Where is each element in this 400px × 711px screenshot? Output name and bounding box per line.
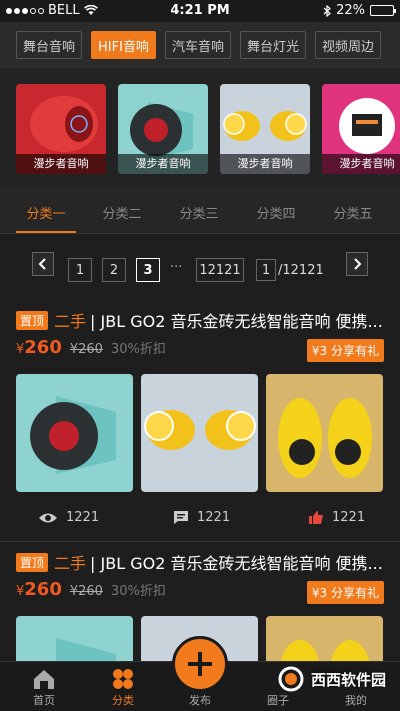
current-price: ¥260	[16, 337, 62, 358]
sub-tab-2[interactable]: 分类二	[92, 203, 152, 222]
comment-icon	[174, 511, 188, 524]
likes-stat[interactable]: 1221	[308, 510, 365, 525]
nav-circle[interactable]: 圈子	[248, 692, 308, 708]
page-jump: 1 /12121	[256, 258, 324, 282]
nav-mine-label: 我的	[345, 694, 367, 707]
nav-category-label: 分类	[112, 694, 134, 707]
views-stat: 1221	[38, 510, 99, 525]
top-category-car-audio[interactable]: 汽车音响	[164, 31, 231, 59]
carousel-caption: 漫步者音响	[322, 154, 400, 174]
share-reward-button[interactable]: ¥3 分享有礼	[306, 581, 384, 604]
carousel-card[interactable]: 漫步者音响	[220, 84, 310, 174]
page-3-button[interactable]: 3	[136, 258, 160, 282]
item-title: 置顶 二手 | JBL GO2 音乐金砖无线智能音响 便携...	[16, 309, 396, 331]
chevron-right-icon	[354, 258, 362, 270]
home-icon	[34, 670, 54, 689]
product-carousel: 漫步者音响 漫步者音响 漫步者音响 漫步者音响	[0, 68, 400, 188]
current-price: ¥260	[16, 579, 62, 600]
item-title-text: | JBL GO2 音乐金砖无线智能音响 便携...	[90, 312, 383, 331]
item-title-text: | JBL GO2 音乐金砖无线智能音响 便携...	[90, 554, 383, 573]
sub-category-tabs: 分类一 分类二 分类三 分类四 分类五	[0, 188, 400, 234]
nav-circle-label: 圈子	[267, 694, 289, 707]
pinned-tag: 置顶	[16, 310, 49, 330]
carousel-card[interactable]: 漫步者音响	[322, 84, 400, 174]
nav-home[interactable]: 首页	[14, 668, 74, 708]
top-category-video[interactable]: 视频周边	[314, 31, 381, 59]
used-tag: 二手	[54, 312, 87, 331]
views-count: 1221	[66, 510, 100, 525]
item-photo[interactable]	[266, 616, 383, 661]
top-category-stage-light[interactable]: 舞台灯光	[239, 31, 306, 59]
pagination-ellipsis: ···	[170, 260, 183, 275]
plus-icon	[188, 652, 212, 676]
original-price: ¥260	[69, 584, 103, 599]
price-row: ¥260 ¥260 30%折扣	[16, 579, 166, 600]
top-category-hifi[interactable]: HIFI音响	[91, 31, 156, 59]
bluetooth-icon	[323, 4, 332, 17]
item-photos	[16, 374, 400, 492]
item-stats: 1221 1221 1221	[0, 505, 400, 535]
sub-tab-3[interactable]: 分类三	[169, 203, 229, 222]
nav-mine[interactable]: 我的	[326, 692, 386, 708]
watermark-icon	[278, 666, 304, 692]
last-page-button[interactable]: 12121	[196, 258, 244, 282]
next-page-button[interactable]	[346, 252, 368, 276]
thumbs-up-icon	[309, 511, 323, 524]
pagination: 1 2 3 ··· 12121 1 /12121	[0, 246, 400, 296]
sub-tab-4[interactable]: 分类四	[246, 203, 306, 222]
likes-count: 1221	[332, 510, 366, 525]
pinned-tag: 置顶	[16, 552, 49, 572]
nav-home-label: 首页	[33, 694, 55, 707]
carousel-caption: 漫步者音响	[220, 154, 310, 174]
eye-icon	[39, 513, 57, 522]
prev-page-button[interactable]	[32, 252, 54, 276]
watermark-logo: 西西软件园	[277, 666, 386, 692]
item-photo[interactable]	[16, 374, 133, 492]
category-icon	[113, 669, 133, 689]
original-price: ¥260	[69, 342, 103, 357]
carousel-card[interactable]: 漫步者音响	[118, 84, 208, 174]
listing-item[interactable]: 置顶 二手 | JBL GO2 音乐金砖无线智能音响 便携... ¥260 ¥2…	[0, 309, 400, 557]
nav-publish[interactable]: 发布	[170, 692, 230, 708]
active-tab-indicator	[16, 231, 76, 233]
page-jump-input[interactable]: 1	[256, 259, 276, 281]
page-total: /12121	[278, 262, 324, 278]
carousel-caption: 漫步者音响	[118, 154, 208, 174]
item-title: 置顶 二手 | JBL GO2 音乐金砖无线智能音响 便携...	[16, 551, 396, 573]
item-photo[interactable]	[266, 374, 383, 492]
battery-icon	[370, 5, 396, 16]
carousel-caption: 漫步者音响	[16, 154, 106, 174]
nav-publish-label: 发布	[189, 694, 211, 707]
discount-label: 30%折扣	[110, 342, 166, 357]
carousel-card[interactable]: 漫步者音响	[16, 84, 106, 174]
page-1-button[interactable]: 1	[68, 258, 92, 282]
sub-tab-5[interactable]: 分类五	[323, 203, 383, 222]
price-row: ¥260 ¥260 30%折扣	[16, 337, 166, 358]
battery-percent: 22%	[336, 3, 365, 18]
publish-button[interactable]	[172, 636, 228, 692]
comments-count: 1221	[197, 510, 231, 525]
discount-label: 30%折扣	[110, 584, 166, 599]
comments-stat[interactable]: 1221	[173, 510, 230, 525]
top-category-stage-audio[interactable]: 舞台音响	[16, 31, 83, 59]
item-divider	[0, 541, 400, 542]
used-tag: 二手	[54, 554, 87, 573]
item-photo[interactable]	[16, 616, 133, 661]
status-bar: BELL 4:21 PM 22%	[0, 0, 400, 22]
share-reward-button[interactable]: ¥3 分享有礼	[306, 339, 384, 362]
top-category-bar: 舞台音响 HIFI音响 汽车音响 舞台灯光 视频周边	[0, 22, 400, 68]
nav-category[interactable]: 分类	[93, 668, 153, 708]
watermark-text: 西西软件园	[310, 670, 386, 689]
page-2-button[interactable]: 2	[102, 258, 126, 282]
chevron-left-icon	[38, 258, 46, 270]
item-photo[interactable]	[141, 374, 258, 492]
sub-tab-1[interactable]: 分类一	[16, 203, 76, 222]
